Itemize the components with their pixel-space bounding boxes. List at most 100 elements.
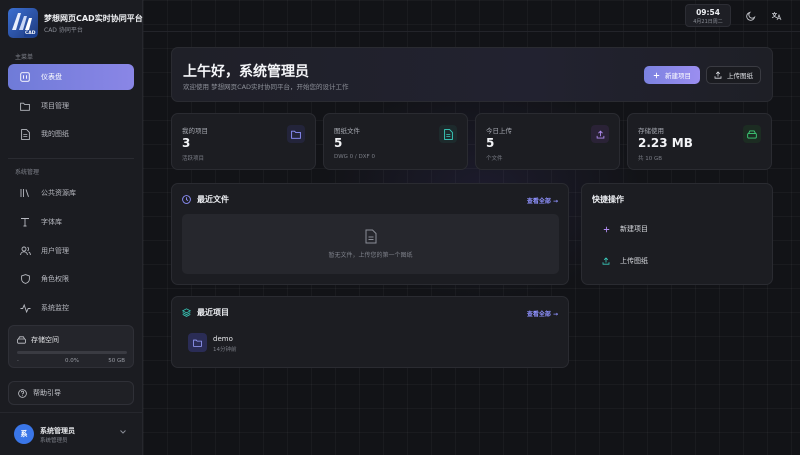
plus-icon <box>653 72 660 79</box>
app-subtitle: CAD 协同平台 <box>44 26 83 34</box>
library-icon <box>19 187 31 199</box>
stat-card-storage[interactable]: 存储使用 2.23 MB 共 10 GB <box>627 113 772 170</box>
upload-icon <box>591 125 609 143</box>
drive-icon <box>17 336 26 344</box>
sidebar-item-label: 系统监控 <box>41 304 69 312</box>
user-role: 系统管理员 <box>40 438 68 444</box>
welcome-subtitle: 欢迎使用 梦想网页CAD实时协同平台，开始您的设计工作 <box>183 83 349 91</box>
help-guide-button[interactable]: 帮助引导 <box>8 381 134 405</box>
stat-sub: 个文件 <box>486 156 503 162</box>
moon-icon[interactable] <box>745 10 757 22</box>
file-icon <box>439 125 457 143</box>
sidebar-item-projects[interactable]: 项目管理 <box>8 93 134 119</box>
avatar: 系 <box>14 424 34 444</box>
stat-label: 存储使用 <box>638 127 664 135</box>
sidebar-item-label: 我的图纸 <box>41 130 69 138</box>
stat-label: 我的项目 <box>182 127 208 135</box>
sidebar-divider <box>8 158 134 159</box>
stat-sub: 活跃项目 <box>182 156 205 162</box>
translate-icon[interactable] <box>770 10 782 22</box>
user-name: 系统管理员 <box>40 427 75 435</box>
dashboard-icon <box>19 71 31 83</box>
stat-value: 3 <box>182 136 191 150</box>
storage-max: 50 GB <box>108 358 125 364</box>
quick-action-upload[interactable]: 上传图纸 <box>592 250 764 272</box>
storage-progress-bar <box>17 351 127 354</box>
sidebar-item-roles[interactable]: 角色权限 <box>8 266 134 292</box>
help-icon <box>18 388 27 398</box>
recent-files-title: 最近文件 <box>182 194 229 205</box>
sidebar-item-monitor[interactable]: 系统监控 <box>8 295 134 321</box>
empty-state: 暂无文件，上传您的第一个图纸 <box>182 214 559 274</box>
folder-icon <box>188 333 207 352</box>
users-icon <box>19 245 31 257</box>
main-content: 09:54 4月21日周二 上午好，系统管理员 欢迎使用 梦想网页CAD实时协同… <box>143 0 800 455</box>
quick-actions-panel: 快捷操作 新建项目 上传图纸 <box>581 183 773 285</box>
new-project-button[interactable]: 新建项目 <box>644 66 700 84</box>
recent-projects-title: 最近项目 <box>182 307 229 318</box>
plus-icon <box>600 226 612 233</box>
app-logo: CAD <box>8 8 38 38</box>
stat-label: 图纸文件 <box>334 127 360 135</box>
page-title: 上午好，系统管理员 <box>183 64 309 80</box>
upload-drawing-button[interactable]: 上传图纸 <box>706 66 761 84</box>
clock-icon <box>182 195 191 204</box>
sidebar-item-dashboard[interactable]: 仪表盘 <box>8 64 134 90</box>
sidebar-item-label: 字体库 <box>41 218 62 226</box>
stat-card-uploads[interactable]: 今日上传 5 个文件 <box>475 113 620 170</box>
activity-icon <box>19 302 31 314</box>
project-time: 14分钟前 <box>213 347 237 353</box>
stat-sub: 共 10 GB <box>638 156 663 162</box>
font-icon <box>19 216 31 228</box>
stat-label: 今日上传 <box>486 127 512 135</box>
storage-title: 存储空间 <box>17 335 59 345</box>
upload-icon <box>600 257 612 265</box>
sidebar-item-users[interactable]: 用户管理 <box>8 238 134 264</box>
layers-icon <box>182 308 191 317</box>
sidebar-item-public-library[interactable]: 公共资源库 <box>8 180 134 206</box>
sidebar-item-fonts[interactable]: 字体库 <box>8 209 134 235</box>
drive-icon <box>743 125 761 143</box>
topbar: 09:54 4月21日周二 <box>143 0 800 32</box>
document-icon <box>19 128 31 140</box>
clock-widget: 09:54 4月21日周二 <box>685 4 731 27</box>
clock-time: 09:54 <box>696 8 720 17</box>
logo-badge: CAD <box>25 31 36 36</box>
stat-value: 5 <box>334 136 343 150</box>
recent-files-view-all-link[interactable]: 查看全部 → <box>527 196 558 205</box>
recent-projects-view-all-link[interactable]: 查看全部 → <box>527 309 558 318</box>
stat-sub: DWG 0 / DXF 0 <box>334 154 375 160</box>
app-title: 梦想网页CAD实时协同平台 <box>44 13 143 23</box>
list-item[interactable]: demo 14分钟前 <box>182 331 559 355</box>
upload-icon <box>714 71 722 79</box>
empty-file-icon <box>365 229 377 244</box>
empty-state-text: 暂无文件，上传您的第一个图纸 <box>328 252 413 259</box>
stat-value: 2.23 MB <box>638 136 693 150</box>
sidebar: CAD 梦想网页CAD实时协同平台 CAD 协同平台 主菜单 仪表盘 项目管理 … <box>0 0 143 455</box>
user-profile[interactable]: 系 系统管理员 系统管理员 <box>0 412 143 455</box>
stat-card-drawings[interactable]: 图纸文件 5 DWG 0 / DXF 0 <box>323 113 468 170</box>
brand[interactable]: CAD 梦想网页CAD实时协同平台 CAD 协同平台 <box>8 8 143 38</box>
storage-card: 存储空间 - 0.0% 50 GB <box>8 325 134 368</box>
help-guide-label: 帮助引导 <box>33 389 61 397</box>
quick-actions-title: 快捷操作 <box>592 195 624 204</box>
sidebar-item-label: 角色权限 <box>41 275 69 283</box>
project-name: demo <box>213 335 233 343</box>
clock-date: 4月21日周二 <box>693 19 723 25</box>
recent-projects-panel: 最近项目 查看全部 → demo 14分钟前 <box>171 296 569 368</box>
stat-card-projects[interactable]: 我的项目 3 活跃项目 <box>171 113 316 170</box>
sidebar-item-label: 用户管理 <box>41 247 69 255</box>
main-menu-label: 主菜单 <box>15 54 34 61</box>
welcome-banner: 上午好，系统管理员 欢迎使用 梦想网页CAD实时协同平台，开始您的设计工作 新建… <box>171 47 773 102</box>
quick-action-new-project[interactable]: 新建项目 <box>592 218 764 240</box>
folder-icon <box>287 125 305 143</box>
sidebar-item-drawings[interactable]: 我的图纸 <box>8 121 134 147</box>
chevron-down-icon[interactable] <box>119 429 127 435</box>
stat-value: 5 <box>486 136 495 150</box>
sidebar-item-label: 项目管理 <box>41 102 69 110</box>
recent-files-panel: 最近文件 查看全部 → 暂无文件，上传您的第一个图纸 <box>171 183 569 285</box>
system-menu-label: 系统管理 <box>15 169 40 176</box>
shield-icon <box>19 273 31 285</box>
folder-icon <box>19 100 31 112</box>
sidebar-item-label: 公共资源库 <box>41 189 76 197</box>
